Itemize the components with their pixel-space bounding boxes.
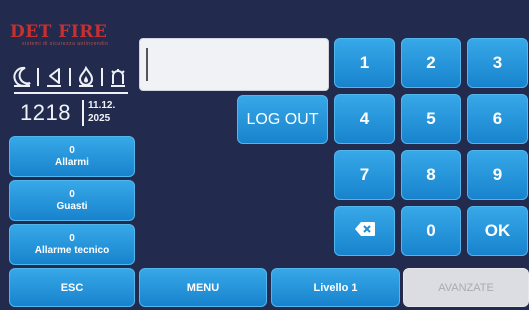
- advanced-button[interactable]: AVANZATE: [403, 268, 529, 307]
- ok-button[interactable]: OK: [467, 206, 528, 256]
- status-underline: [14, 92, 128, 94]
- status-icons: [12, 64, 130, 90]
- backspace-icon: [354, 221, 376, 242]
- clock: 1218 11.12. 2025: [16, 98, 134, 130]
- faults-counter-button[interactable]: 0 Guasti: [9, 180, 135, 221]
- clock-date-year: 2025: [88, 113, 111, 124]
- backspace-button[interactable]: [334, 206, 395, 256]
- technical-alarm-label: Allarme tecnico: [34, 244, 110, 256]
- key-7[interactable]: 7: [334, 150, 395, 200]
- technical-alarm-count: 0: [69, 232, 75, 244]
- key-0[interactable]: 0: [401, 206, 461, 256]
- icon-divider: [101, 68, 103, 86]
- key-4[interactable]: 4: [334, 94, 395, 144]
- clock-time: 1218: [20, 100, 71, 125]
- speaker-icon: [44, 66, 64, 88]
- logo-tagline: sistemi di sicurezza antincendio: [22, 41, 109, 47]
- key-1[interactable]: 1: [334, 38, 395, 88]
- key-6[interactable]: 6: [467, 94, 528, 144]
- alarms-count: 0: [69, 144, 75, 156]
- key-2[interactable]: 2: [401, 38, 461, 88]
- alarms-counter-button[interactable]: 0 Allarmi: [9, 136, 135, 177]
- level-button[interactable]: Livello 1: [271, 268, 400, 307]
- clock-divider: [82, 100, 84, 126]
- panel-screen: DET FIRE sistemi di sicurezza antincendi…: [0, 0, 529, 310]
- text-caret: [146, 48, 148, 81]
- esc-button[interactable]: ESC: [9, 268, 135, 307]
- faults-label: Guasti: [56, 200, 88, 212]
- logo-brand: DET FIRE: [10, 22, 108, 42]
- key-9[interactable]: 9: [467, 150, 528, 200]
- key-8[interactable]: 8: [401, 150, 461, 200]
- moon-icon: [12, 66, 32, 88]
- technical-alarm-counter-button[interactable]: 0 Allarme tecnico: [9, 224, 135, 265]
- key-5[interactable]: 5: [401, 94, 461, 144]
- icon-divider: [69, 68, 71, 86]
- flame-icon: [76, 66, 96, 88]
- alarms-label: Allarmi: [55, 156, 89, 168]
- password-input[interactable]: [139, 38, 329, 91]
- menu-button[interactable]: MENU: [139, 268, 267, 307]
- det-fire-logo: DET FIRE sistemi di sicurezza antincendi…: [10, 22, 132, 48]
- faults-count: 0: [69, 188, 75, 200]
- logout-button[interactable]: LOG OUT: [237, 95, 328, 144]
- clock-date-day: 11.12.: [88, 100, 116, 111]
- siren-icon: [108, 66, 128, 88]
- key-3[interactable]: 3: [467, 38, 528, 88]
- clock-date: 11.12. 2025: [88, 99, 115, 125]
- icon-divider: [37, 68, 39, 86]
